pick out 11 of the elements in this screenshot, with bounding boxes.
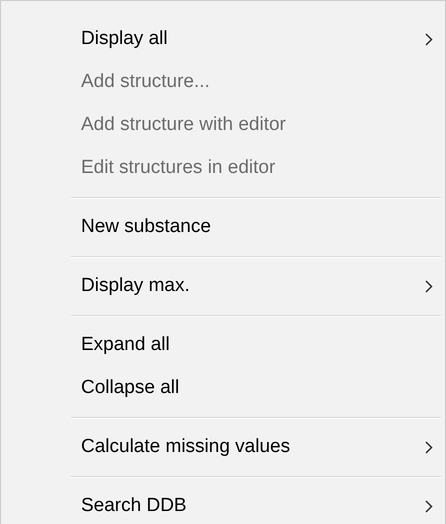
chevron-right-icon (425, 280, 433, 293)
chevron-right-icon (425, 500, 433, 513)
menu-item[interactable]: Display all (1, 18, 445, 61)
chevron-right-icon (425, 441, 433, 454)
menu-item[interactable]: Calculate missing values (1, 426, 445, 469)
menu-item[interactable]: New substance (1, 206, 445, 249)
chevron-right-icon (425, 33, 433, 46)
menu-item[interactable]: Collapse all (1, 367, 445, 410)
menu-item[interactable]: Display max. (1, 265, 445, 308)
menu-item[interactable]: Search DDB (1, 485, 445, 524)
menu-item[interactable]: Expand all (1, 324, 445, 367)
